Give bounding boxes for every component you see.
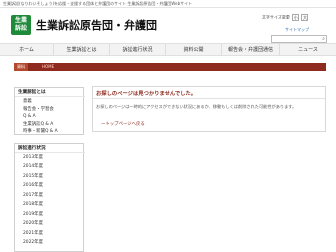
sidebar-item[interactable]: 報告会・学習会 [23, 106, 54, 112]
page-title: お探しのページは見つかりませんでした。 [96, 91, 197, 97]
sidebar-item[interactable]: 2014年度 [23, 163, 43, 169]
sidebar-item[interactable]: 2018年度 [23, 201, 43, 207]
sidebar-group-about: 生業訴訟とは 意義 報告会・学習会 Q & A 生業訴訟Q & A 時事・新聞Q… [14, 87, 85, 135]
top-announcement-bar: 生業訴訟(なりわいそしょう)を応援・支援する団体と弁護団のサイト 生業訴訟原告団… [0, 0, 336, 8]
sidebar-title-progress[interactable]: 訴訟進行状況 [18, 145, 46, 151]
breadcrumb: 資料 HOME [14, 63, 326, 71]
sidebar-item[interactable]: 生業訴訟Q & A [23, 121, 53, 127]
logo-line2: 訴訟 [14, 25, 27, 32]
nav-reports[interactable]: 報告会・弁護団通信 [222, 44, 280, 56]
sidebar-item[interactable]: 2020年度 [23, 220, 43, 226]
nav-about[interactable]: 生業訴訟とは [54, 44, 110, 56]
site-logo[interactable]: 生業 訴訟 [11, 15, 31, 35]
breadcrumb-home-link[interactable]: HOME [42, 63, 54, 71]
logo-line1: 生業 [14, 17, 27, 24]
font-size-large-button[interactable]: 大 [301, 14, 309, 21]
sidebar-item[interactable]: 2019年度 [23, 211, 43, 217]
font-size-label: 文字サイズ変更 [262, 14, 290, 20]
site-header: 生業 訴訟 生業訴訟原告団・弁護団 文字サイズ変更 小 大 サイトマップ ⌕ [0, 9, 336, 43]
nav-news[interactable]: ニュース [280, 44, 336, 56]
search-icon[interactable]: ⌕ [322, 36, 325, 43]
sidebar-item[interactable]: 2016年度 [23, 182, 43, 188]
sidebar-item[interactable]: 2022年度 [23, 239, 43, 245]
sidebar-item[interactable]: Q & A [23, 114, 36, 119]
not-found-panel: お探しのページは見つかりませんでした。 お探しのページは一時的にアクセスができな… [92, 86, 326, 132]
font-size-control: 文字サイズ変更 小 大 [262, 14, 309, 21]
breadcrumb-section: 資料 [14, 63, 28, 71]
sidebar-item[interactable]: 2017年度 [23, 192, 43, 198]
search-input[interactable]: ⌕ [271, 35, 327, 43]
font-size-small-button[interactable]: 小 [292, 14, 300, 21]
sitemap-link[interactable]: サイトマップ [285, 27, 309, 33]
not-found-message: お探しのページは一時的にアクセスができない状況にあるか、移動もしくは削除された可… [96, 104, 297, 109]
nav-progress[interactable]: 訴訟進行状況 [110, 44, 166, 56]
sidebar-item[interactable]: 意義 [23, 98, 32, 104]
nav-documents[interactable]: 資料公開 [166, 44, 222, 56]
nav-home[interactable]: ホーム [0, 44, 54, 56]
sidebar-divider [15, 152, 85, 153]
back-to-top-link[interactable]: ートップページへ戻る [101, 121, 145, 127]
site-title[interactable]: 生業訴訟原告団・弁護団 [36, 17, 157, 33]
sidebar-item[interactable]: 2021年度 [23, 230, 43, 236]
sidebar-divider [15, 96, 85, 97]
main-navigation: ホーム 生業訴訟とは 訴訟進行状況 資料公開 報告会・弁護団通信 ニュース [0, 43, 336, 56]
title-divider [93, 98, 325, 99]
sidebar-item[interactable]: 2013年度 [23, 154, 43, 160]
sidebar-item[interactable]: 時事・新聞Q & A [23, 128, 58, 134]
sidebar-title-about[interactable]: 生業訴訟とは [18, 89, 46, 95]
top-announcement-text: 生業訴訟(なりわいそしょう)を応援・支援する団体と弁護団のサイト 生業訴訟原告団… [3, 1, 193, 6]
sidebar-item[interactable]: 2015年度 [23, 173, 43, 179]
sidebar-group-progress: 訴訟進行状況 2013年度 2014年度 2015年度 2016年度 2017年… [14, 143, 85, 252]
